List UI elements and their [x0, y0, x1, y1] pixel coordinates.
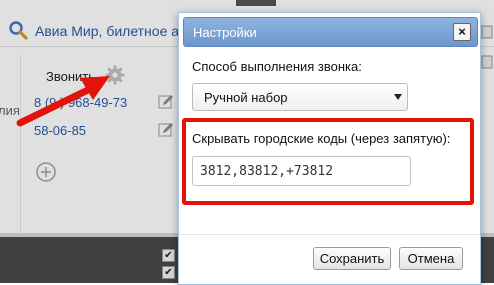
- call-method-value: Ручной набор: [204, 90, 288, 105]
- hide-codes-input[interactable]: [192, 156, 411, 186]
- dialog-header[interactable]: Настройки ×: [183, 17, 478, 47]
- close-button[interactable]: ×: [453, 23, 471, 41]
- save-button[interactable]: Сохранить: [313, 247, 391, 270]
- call-method-label: Способ выполнения звонка:: [192, 59, 362, 74]
- hide-codes-label: Скрывать городские коды (через запятую):: [192, 131, 451, 146]
- dialog-title: Настройки: [193, 25, 257, 40]
- chevron-down-icon: [394, 94, 402, 100]
- call-method-select[interactable]: Ручной набор: [192, 83, 408, 111]
- cancel-button[interactable]: Отмена: [399, 247, 463, 270]
- dialog-footer-divider: [179, 234, 480, 235]
- settings-dialog: Настройки × Способ выполнения звонка: Ру…: [178, 12, 481, 285]
